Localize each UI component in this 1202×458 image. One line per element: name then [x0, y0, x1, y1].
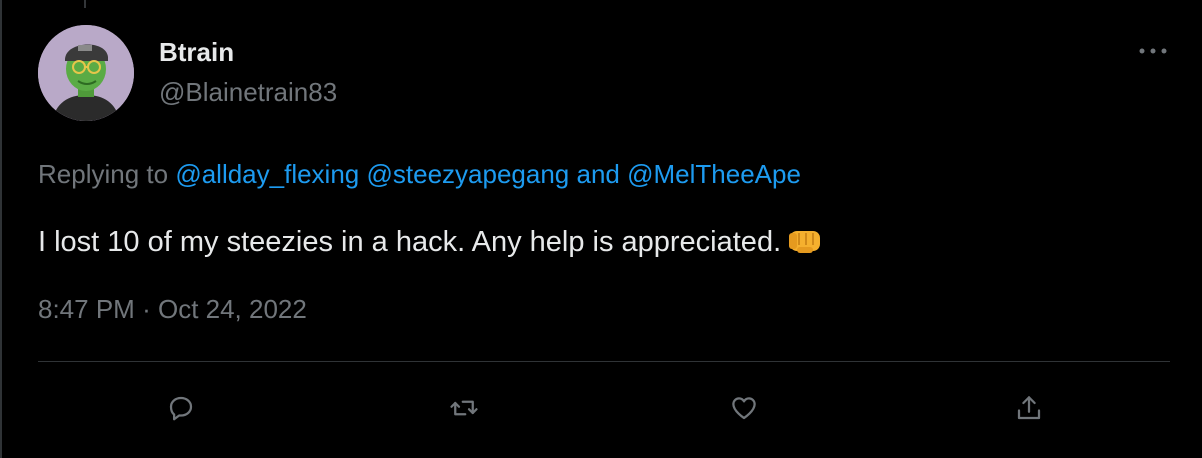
avatar[interactable]	[38, 25, 134, 121]
like-button[interactable]	[722, 386, 766, 430]
more-button[interactable]	[1132, 36, 1174, 66]
reply-icon	[169, 396, 193, 421]
thread-border	[0, 0, 2, 458]
tweet-time[interactable]: 8:47 PM	[38, 294, 135, 324]
replying-to: Replying to @allday_flexing @steezyapega…	[38, 158, 801, 190]
divider	[38, 361, 1170, 362]
like-icon	[732, 397, 756, 420]
replying-prefix: Replying to	[38, 159, 176, 189]
reply-button[interactable]	[159, 386, 203, 430]
tweet-card: Btrain @Blainetrain83 Replying to @allda…	[0, 0, 1202, 458]
tweet-date[interactable]: Oct 24, 2022	[158, 294, 307, 324]
share-icon	[1017, 396, 1041, 420]
tweet-body: I lost 10 of my steezies in a hack. Any …	[38, 226, 782, 258]
avatar-ape-icon	[38, 25, 134, 121]
mention-link[interactable]: @MelTheeApe	[627, 159, 801, 189]
mention-conjunction: and	[576, 159, 620, 189]
display-name[interactable]: Btrain	[159, 36, 234, 68]
retweet-button[interactable]	[442, 386, 486, 430]
tweet-meta: 8:47 PM · Oct 24, 2022	[38, 293, 307, 325]
retweet-icon	[450, 400, 478, 416]
share-button[interactable]	[1007, 386, 1051, 430]
fist-bump-icon	[787, 225, 823, 266]
more-icon	[1139, 48, 1167, 54]
mention-link[interactable]: @allday_flexing	[175, 159, 359, 189]
tweet-text: I lost 10 of my steezies in a hack. Any …	[38, 224, 823, 266]
meta-separator: ·	[142, 294, 151, 324]
mention-link[interactable]: @steezyapegang	[367, 159, 570, 189]
thread-connector	[84, 0, 86, 8]
user-handle[interactable]: @Blainetrain83	[159, 76, 337, 108]
